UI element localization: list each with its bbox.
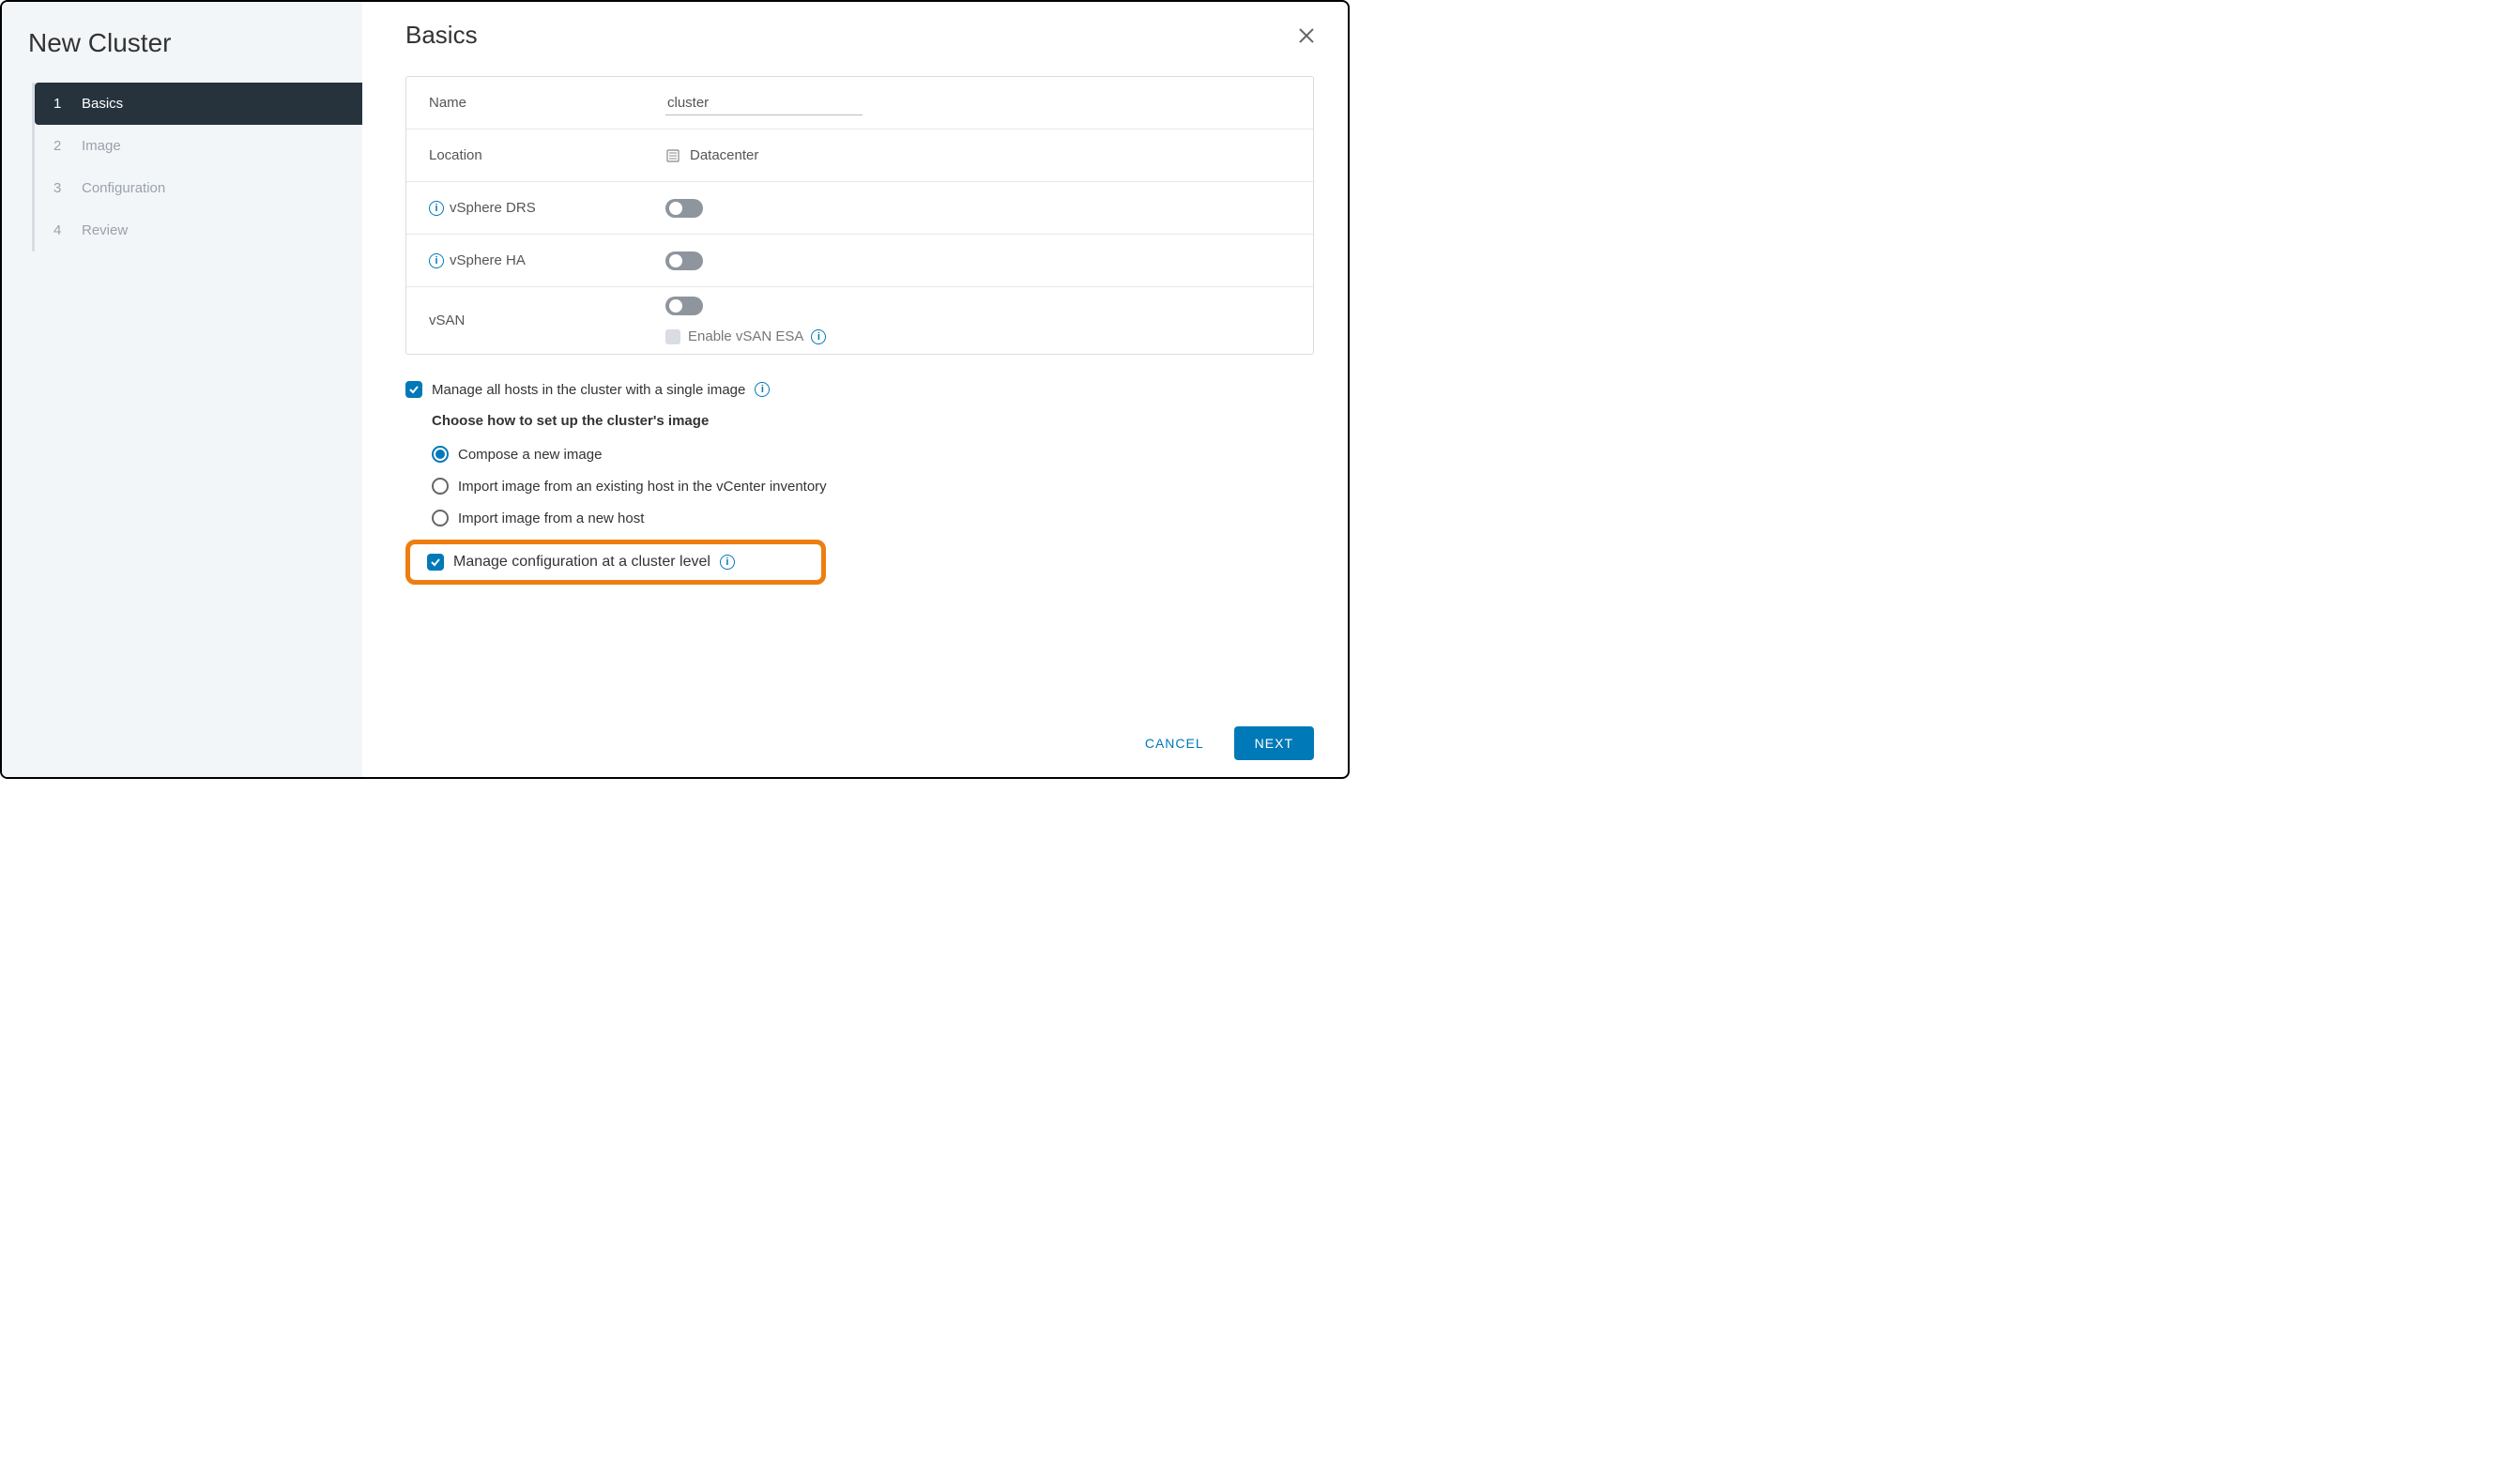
- vsan-label: vSAN: [429, 313, 465, 328]
- page-title: Basics: [405, 21, 1314, 50]
- step-number: 3: [53, 180, 67, 196]
- next-button[interactable]: NEXT: [1234, 726, 1314, 760]
- new-cluster-dialog: New Cluster 1 Basics 2 Image 3 Configura…: [0, 0, 1350, 779]
- step-basics[interactable]: 1 Basics: [35, 83, 362, 125]
- step-label: Basics: [82, 96, 123, 112]
- location-value: Datacenter: [665, 147, 758, 163]
- check-icon: [408, 384, 420, 395]
- drs-label: vSphere DRS: [450, 200, 536, 216]
- drs-toggle[interactable]: [665, 199, 703, 218]
- info-icon[interactable]: i: [755, 382, 770, 397]
- info-icon[interactable]: i: [720, 555, 735, 570]
- name-label: Name: [429, 95, 665, 111]
- radio-import-existing[interactable]: Import image from an existing host in th…: [432, 470, 1314, 502]
- wizard-sidebar: New Cluster 1 Basics 2 Image 3 Configura…: [2, 2, 362, 777]
- location-text: Datacenter: [690, 147, 758, 163]
- name-input[interactable]: [665, 91, 863, 115]
- row-ha: i vSphere HA: [406, 235, 1313, 287]
- info-icon[interactable]: i: [811, 329, 826, 344]
- config-level-highlight: Manage configuration at a cluster level …: [405, 540, 826, 585]
- radio-button: [432, 446, 449, 463]
- radio-import-new[interactable]: Import image from a new host: [432, 502, 1314, 534]
- config-level-checkbox[interactable]: [427, 554, 444, 571]
- choose-heading: Choose how to set up the cluster's image: [432, 413, 1314, 429]
- single-image-row: Manage all hosts in the cluster with a s…: [405, 381, 1314, 398]
- vsan-esa-checkbox[interactable]: [665, 329, 680, 344]
- radio-label: Import image from an existing host in th…: [458, 479, 827, 495]
- single-image-checkbox[interactable]: [405, 381, 422, 398]
- radio-button: [432, 478, 449, 495]
- datacenter-icon: [665, 148, 680, 163]
- vsan-esa-label: Enable vSAN ESA: [688, 328, 803, 344]
- step-label: Image: [82, 138, 121, 154]
- row-drs: i vSphere DRS: [406, 182, 1313, 235]
- vsan-toggle[interactable]: [665, 297, 703, 315]
- config-level-label: Manage configuration at a cluster level: [453, 554, 710, 571]
- main-panel: Basics Name Location Datacenter: [362, 2, 1348, 777]
- info-icon[interactable]: i: [429, 201, 444, 216]
- close-button[interactable]: [1293, 23, 1320, 49]
- basics-form-table: Name Location Datacenter: [405, 76, 1314, 355]
- location-label: Location: [429, 147, 665, 163]
- step-configuration[interactable]: 3 Configuration: [35, 167, 362, 209]
- step-image[interactable]: 2 Image: [35, 125, 362, 167]
- info-icon[interactable]: i: [429, 253, 444, 268]
- radio-label: Import image from a new host: [458, 511, 644, 526]
- check-icon: [430, 557, 441, 568]
- wizard-steps: 1 Basics 2 Image 3 Configuration 4 Revie…: [32, 83, 362, 252]
- below-table-section: Manage all hosts in the cluster with a s…: [405, 381, 1314, 585]
- row-location: Location Datacenter: [406, 130, 1313, 182]
- row-vsan: vSAN Enable vSAN ESA i: [406, 287, 1313, 354]
- ha-label: vSphere HA: [450, 252, 526, 268]
- dialog-footer: CANCEL NEXT: [1132, 726, 1314, 760]
- close-icon: [1298, 27, 1315, 44]
- step-review[interactable]: 4 Review: [35, 209, 362, 252]
- step-label: Configuration: [82, 180, 165, 196]
- radio-label: Compose a new image: [458, 447, 602, 463]
- vsan-esa-row: Enable vSAN ESA i: [665, 328, 826, 344]
- radio-compose-new[interactable]: Compose a new image: [432, 438, 1314, 470]
- radio-button: [432, 510, 449, 526]
- step-number: 4: [53, 222, 67, 238]
- single-image-label: Manage all hosts in the cluster with a s…: [432, 382, 745, 398]
- dialog-title: New Cluster: [2, 19, 362, 83]
- step-number: 1: [53, 96, 67, 112]
- row-name: Name: [406, 77, 1313, 130]
- ha-toggle[interactable]: [665, 252, 703, 270]
- step-label: Review: [82, 222, 128, 238]
- step-number: 2: [53, 138, 67, 154]
- image-setup-block: Choose how to set up the cluster's image…: [432, 413, 1314, 534]
- cancel-button[interactable]: CANCEL: [1132, 726, 1217, 760]
